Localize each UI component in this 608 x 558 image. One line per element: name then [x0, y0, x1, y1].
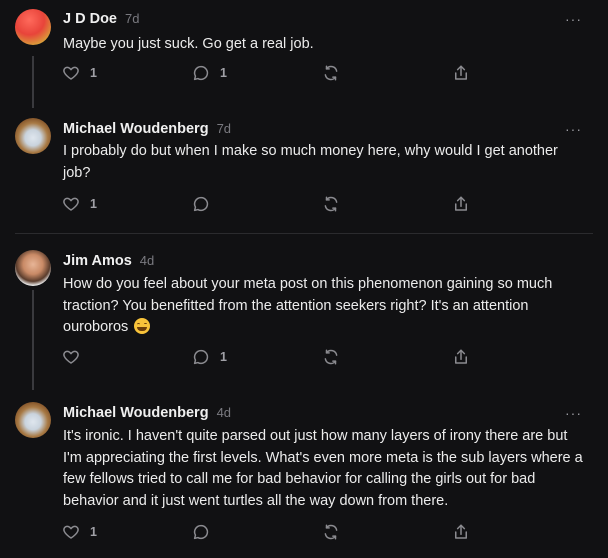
avatar[interactable] — [15, 402, 51, 438]
share-button[interactable] — [452, 64, 470, 82]
author-name[interactable]: Michael Woudenberg — [63, 121, 209, 137]
comment-body: How do you feel about your meta post on … — [63, 274, 588, 339]
heart-icon — [63, 350, 79, 364]
ellipsis-icon[interactable]: ··· — [565, 122, 582, 136]
restack-icon — [324, 65, 338, 81]
reply-count: 1 — [220, 66, 227, 80]
speech-bubble-icon — [193, 196, 209, 212]
like-count: 1 — [90, 197, 97, 211]
restack-icon — [324, 196, 338, 212]
like-button[interactable]: 1 — [62, 64, 97, 82]
author-name[interactable]: Michael Woudenberg — [63, 405, 209, 421]
author-name[interactable]: Jim Amos — [63, 253, 132, 269]
heart-icon — [63, 66, 79, 80]
share-icon — [455, 196, 467, 211]
avatar[interactable] — [15, 9, 51, 45]
restack-button[interactable] — [322, 64, 340, 82]
reply-button[interactable] — [192, 523, 210, 541]
comment-body: It's ironic. I haven't quite parsed out … — [63, 428, 583, 509]
restack-icon — [324, 524, 338, 540]
ellipsis-icon[interactable]: ··· — [565, 406, 582, 420]
timestamp[interactable]: 7d — [125, 11, 139, 26]
share-icon — [455, 349, 467, 364]
restack-button[interactable] — [322, 348, 340, 366]
like-button[interactable] — [62, 348, 80, 366]
comment: Michael Woudenberg 7d ··· I probably do … — [0, 110, 608, 232]
ellipsis-icon[interactable]: ··· — [565, 12, 582, 26]
share-button[interactable] — [452, 523, 470, 541]
author-name[interactable]: J D Doe — [63, 11, 117, 27]
timestamp[interactable]: 4d — [217, 405, 231, 420]
reply-count: 1 — [220, 350, 227, 364]
timestamp[interactable]: 7d — [217, 121, 231, 136]
timestamp[interactable]: 4d — [140, 253, 154, 268]
reply-button[interactable]: 1 — [192, 64, 227, 82]
share-button[interactable] — [452, 195, 470, 213]
speech-bubble-icon — [193, 349, 209, 365]
restack-icon — [324, 349, 338, 365]
restack-button[interactable] — [322, 195, 340, 213]
avatar[interactable] — [15, 250, 51, 286]
reply-button[interactable] — [192, 195, 210, 213]
like-button[interactable]: 1 — [62, 523, 97, 541]
comment-body: Maybe you just suck. Go get a real job. — [63, 36, 314, 52]
comment-body: I probably do but when I make so much mo… — [63, 143, 558, 181]
heart-icon — [63, 197, 79, 211]
comment: Jim Amos 4d How do you feel about your m… — [0, 234, 608, 386]
grinning-sweat-emoji — [134, 318, 151, 334]
restack-button[interactable] — [322, 523, 340, 541]
speech-bubble-icon — [193, 524, 209, 540]
like-button[interactable]: 1 — [62, 195, 97, 213]
like-count: 1 — [90, 525, 97, 539]
like-count: 1 — [90, 66, 97, 80]
reply-button[interactable]: 1 — [192, 348, 227, 366]
share-icon — [455, 524, 467, 539]
comment: Michael Woudenberg 4d ··· It's ironic. I… — [0, 386, 608, 558]
heart-icon — [63, 525, 79, 539]
avatar[interactable] — [15, 118, 51, 154]
share-button[interactable] — [452, 348, 470, 366]
speech-bubble-icon — [193, 65, 209, 81]
share-icon — [455, 65, 467, 80]
comment: J D Doe 7d ··· Maybe you just suck. Go g… — [0, 0, 608, 110]
